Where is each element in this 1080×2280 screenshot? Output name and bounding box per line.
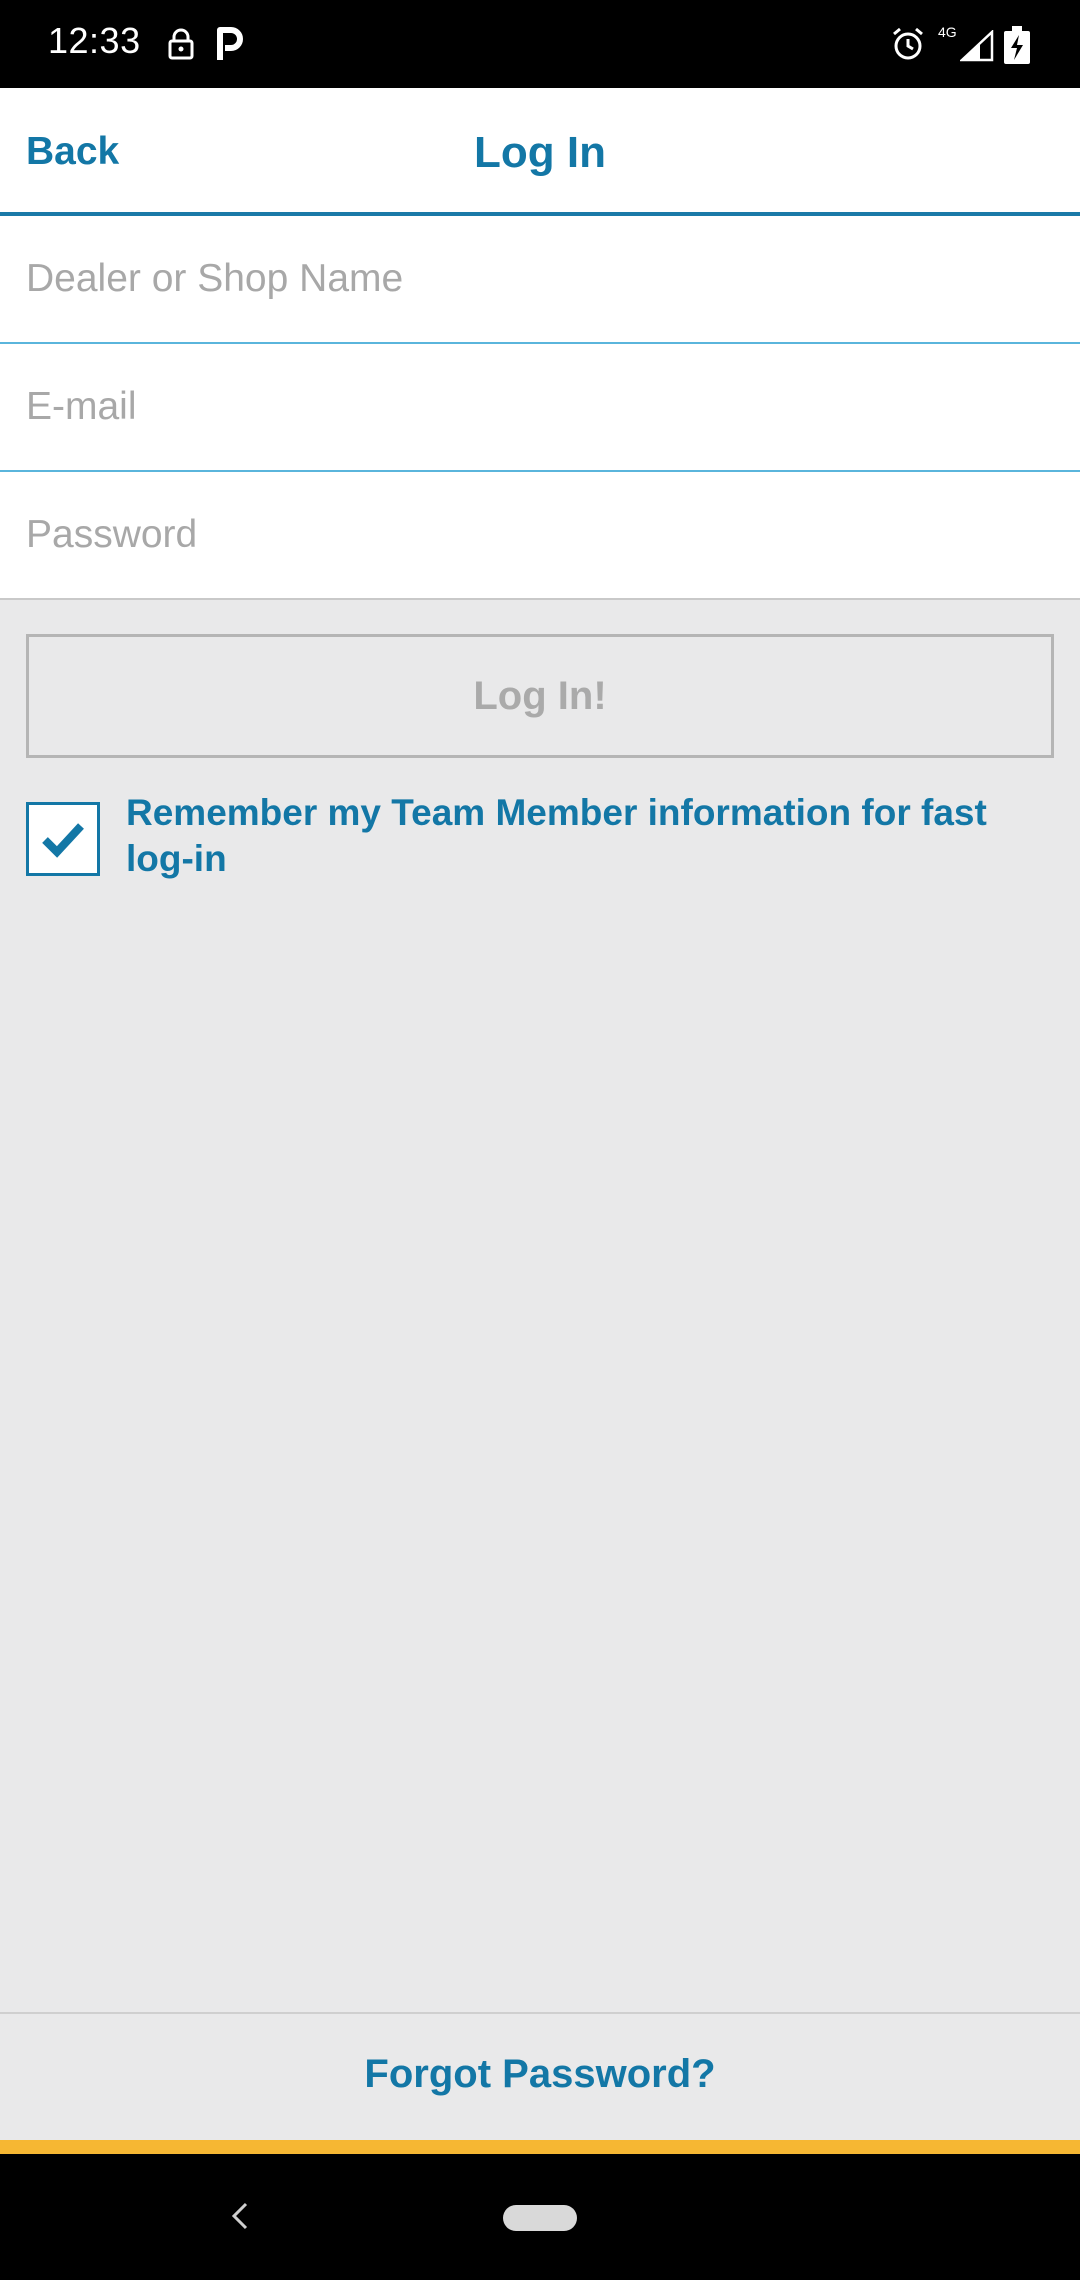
status-bar: 12:33 4G — [0, 0, 1080, 88]
password-input[interactable] — [26, 472, 1056, 598]
page-title: Log In — [474, 128, 606, 177]
dealer-field-row — [0, 216, 1080, 344]
status-time: 12:33 — [48, 20, 141, 61]
system-nav-bar — [0, 2154, 1080, 2280]
forgot-password-link[interactable]: Forgot Password? — [0, 2052, 1080, 2097]
nav-back-icon[interactable] — [228, 2198, 252, 2239]
remember-checkbox[interactable] — [26, 802, 100, 876]
email-field-row — [0, 344, 1080, 472]
login-button[interactable]: Log In! — [26, 634, 1054, 758]
password-field-row — [0, 472, 1080, 600]
accent-bar — [0, 2140, 1080, 2154]
checkmark-icon — [42, 823, 84, 858]
battery-charging-icon — [1004, 26, 1030, 69]
signal-icon — [958, 29, 994, 67]
header: Back Log In — [0, 88, 1080, 216]
footer-divider — [0, 2012, 1080, 2014]
lock-icon — [166, 28, 196, 65]
alarm-icon — [890, 26, 926, 67]
remember-label[interactable]: Remember my Team Member information for … — [126, 790, 1046, 882]
network-type-label: 4G — [938, 24, 957, 40]
nav-home-pill[interactable] — [503, 2205, 577, 2231]
login-form — [0, 216, 1080, 600]
parking-icon — [214, 26, 244, 67]
dealer-name-input[interactable] — [26, 216, 1056, 342]
email-input[interactable] — [26, 344, 1056, 470]
